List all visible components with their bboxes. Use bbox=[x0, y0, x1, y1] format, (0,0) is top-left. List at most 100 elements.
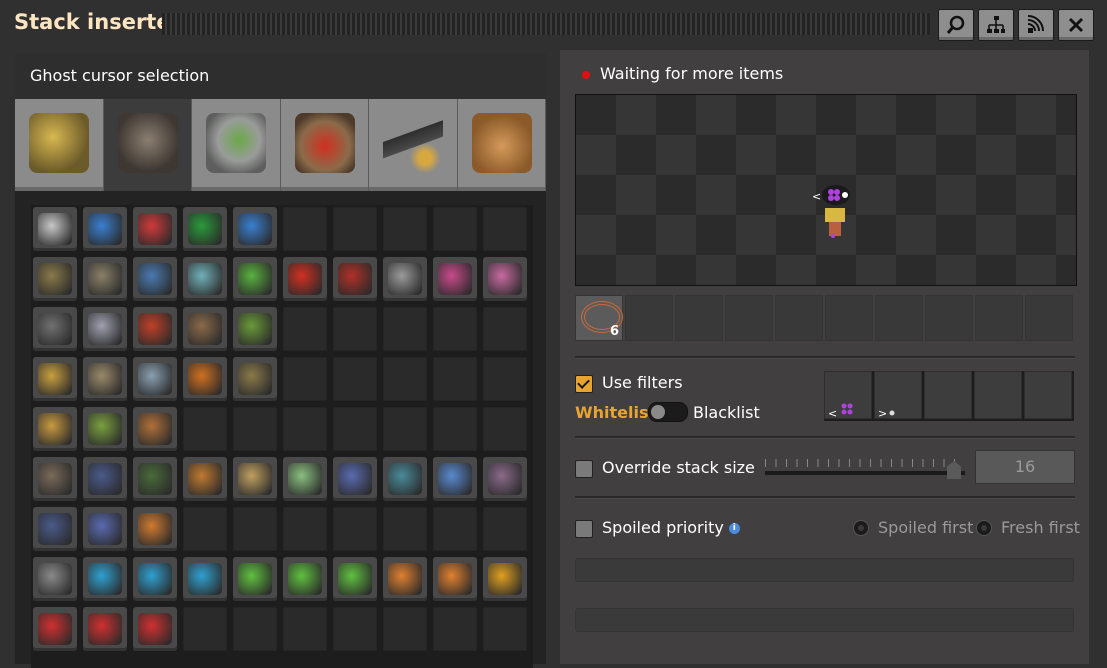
recipe-item-button[interactable] bbox=[233, 307, 277, 351]
drag-handle[interactable] bbox=[162, 13, 930, 35]
empty-slot bbox=[775, 295, 823, 341]
override-stack-size-checkbox[interactable] bbox=[575, 460, 593, 478]
intermediate-products-group-icon bbox=[206, 113, 266, 173]
fresh-first-radio[interactable] bbox=[976, 520, 992, 536]
recipe-item-button[interactable] bbox=[333, 457, 377, 501]
recipe-item-button[interactable] bbox=[383, 257, 427, 301]
blacklist-label[interactable]: Blacklist bbox=[693, 403, 760, 422]
recipe-item-button[interactable] bbox=[133, 507, 177, 551]
recipe-item-button[interactable] bbox=[483, 257, 527, 301]
recipe-item-button[interactable] bbox=[83, 307, 127, 351]
tab-logistics[interactable] bbox=[15, 99, 104, 191]
use-filters-checkbox[interactable] bbox=[575, 375, 593, 393]
recipe-item-button[interactable] bbox=[33, 307, 77, 351]
recipe-item-button[interactable] bbox=[33, 257, 77, 301]
recipe-item-button[interactable] bbox=[83, 357, 127, 401]
recipe-item-button[interactable] bbox=[83, 457, 127, 501]
recipe-item-button[interactable] bbox=[233, 257, 277, 301]
empty-slot bbox=[433, 207, 477, 251]
recipe-item-button[interactable] bbox=[233, 457, 277, 501]
recipe-item-button[interactable] bbox=[333, 257, 377, 301]
recipe-item-button[interactable] bbox=[83, 607, 127, 651]
circuit-wireless-icon bbox=[1027, 15, 1044, 33]
recipe-item-button[interactable] bbox=[133, 357, 177, 401]
recipe-item-button[interactable] bbox=[283, 457, 327, 501]
recipe-item-button[interactable] bbox=[133, 307, 177, 351]
recipe-item-button[interactable] bbox=[133, 557, 177, 601]
recipe-item-button[interactable] bbox=[83, 207, 127, 251]
filter-slot[interactable] bbox=[924, 371, 972, 419]
info-icon[interactable]: i bbox=[728, 523, 740, 534]
recipe-item-button[interactable] bbox=[83, 407, 127, 451]
recipe-item-button[interactable] bbox=[83, 257, 127, 301]
recipe-item-button[interactable] bbox=[83, 507, 127, 551]
recipe-item-button[interactable] bbox=[483, 557, 527, 601]
recipe-item-button[interactable] bbox=[83, 557, 127, 601]
item-icon bbox=[188, 313, 222, 345]
recipe-item-button[interactable] bbox=[183, 457, 227, 501]
item-icon bbox=[438, 263, 472, 295]
recipe-item-button[interactable] bbox=[283, 257, 327, 301]
recipe-item-button[interactable] bbox=[333, 557, 377, 601]
space-age-group-icon bbox=[294, 113, 355, 173]
recipe-item-button[interactable] bbox=[183, 307, 227, 351]
recipe-item-button[interactable] bbox=[133, 457, 177, 501]
whitelist-blacklist-toggle[interactable] bbox=[648, 402, 688, 422]
filter-slot[interactable] bbox=[974, 371, 1022, 419]
item-icon bbox=[438, 563, 472, 595]
use-filters-label: Use filters bbox=[602, 373, 683, 392]
recipe-item-button[interactable] bbox=[433, 557, 477, 601]
close-button[interactable] bbox=[1058, 9, 1094, 41]
recipe-item-button[interactable] bbox=[33, 207, 77, 251]
hand-slot[interactable]: 6 bbox=[575, 295, 623, 341]
recipe-item-button[interactable] bbox=[33, 557, 77, 601]
item-icon bbox=[238, 563, 272, 595]
filter-slot[interactable]: < bbox=[824, 371, 872, 420]
search-button[interactable] bbox=[938, 9, 974, 41]
recipe-item-button[interactable] bbox=[33, 607, 77, 651]
recipe-item-button[interactable] bbox=[183, 357, 227, 401]
recipe-item-button[interactable] bbox=[283, 557, 327, 601]
stack-size-input[interactable]: 16 bbox=[975, 450, 1075, 484]
circuit-button[interactable] bbox=[1018, 9, 1054, 41]
recipe-item-button[interactable] bbox=[233, 557, 277, 601]
tab-production[interactable] bbox=[103, 99, 192, 191]
tab-space-age[interactable] bbox=[280, 99, 369, 191]
whitelist-label[interactable]: Whitelist bbox=[575, 403, 656, 422]
recipe-item-button[interactable] bbox=[183, 557, 227, 601]
recipe-item-button[interactable] bbox=[133, 407, 177, 451]
recipe-item-button[interactable] bbox=[33, 357, 77, 401]
recipe-item-button[interactable] bbox=[133, 257, 177, 301]
item-icon bbox=[138, 413, 172, 445]
recipe-item-button[interactable] bbox=[33, 407, 77, 451]
stack-size-slider[interactable] bbox=[765, 459, 965, 479]
recipe-item-button[interactable] bbox=[433, 457, 477, 501]
network-button[interactable] bbox=[978, 9, 1014, 41]
filter-slot[interactable]: > bbox=[874, 371, 922, 420]
recipe-item-button[interactable] bbox=[483, 457, 527, 501]
recipe-item-button[interactable] bbox=[133, 207, 177, 251]
recipe-item-button[interactable] bbox=[183, 257, 227, 301]
tab-combat[interactable] bbox=[369, 99, 458, 191]
recipe-item-button[interactable] bbox=[233, 207, 277, 251]
entity-preview[interactable]: < bbox=[575, 94, 1077, 286]
spoiled-first-radio[interactable] bbox=[853, 520, 869, 536]
item-icon bbox=[488, 263, 522, 295]
recipe-item-button[interactable] bbox=[183, 207, 227, 251]
tab-unsorted[interactable] bbox=[457, 99, 546, 191]
recipe-item-button[interactable] bbox=[233, 357, 277, 401]
recipe-item-button[interactable] bbox=[383, 457, 427, 501]
filter-slot[interactable] bbox=[1024, 371, 1072, 419]
empty-slot bbox=[333, 307, 377, 351]
item-icon bbox=[238, 213, 272, 245]
recipe-item-button[interactable] bbox=[33, 507, 77, 551]
recipe-item-button[interactable] bbox=[133, 607, 177, 651]
item-icon bbox=[88, 363, 122, 395]
recipe-item-button[interactable] bbox=[433, 257, 477, 301]
recipe-item-button[interactable] bbox=[383, 557, 427, 601]
item-icon bbox=[88, 613, 122, 645]
spoiled-priority-checkbox[interactable] bbox=[575, 520, 593, 538]
recipe-item-button[interactable] bbox=[33, 457, 77, 501]
empty-slot bbox=[825, 295, 873, 341]
tab-intermediate-products[interactable] bbox=[192, 99, 281, 191]
